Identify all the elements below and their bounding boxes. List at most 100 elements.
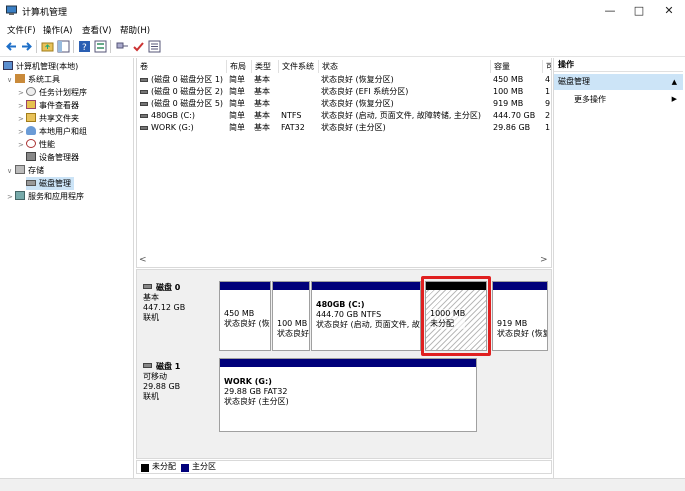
services-icon (15, 191, 25, 200)
table-cell: 4 (545, 75, 551, 84)
volume-icon (140, 90, 148, 94)
actions-pane: 操作 磁盘管理 ▲ 更多操作 ▶ (553, 58, 683, 478)
disk-type: 可移动 (143, 372, 167, 381)
table-row[interactable]: (磁盘 0 磁盘分区 1) 简单 基本 状态良好 (恢复分区) 450 MB 4 (137, 74, 551, 86)
menu-view[interactable]: 查看(V) (82, 24, 111, 36)
tree-item-root[interactable]: 计算机管理(本地) (3, 60, 78, 73)
tree-label: 计算机管理(本地) (16, 62, 79, 71)
more-actions-item[interactable]: 更多操作 ▶ (574, 93, 683, 106)
volume-table: 卷 布局 类型 文件系统 状态 容量 可 (磁盘 0 磁盘分区 1)简单基本状态… (136, 58, 552, 268)
minimize-button[interactable]: — (595, 0, 625, 22)
menu-bar: 文件(F) 操作(A) 查看(V) 帮助(H) (0, 22, 685, 37)
tree-item-shared-folders[interactable]: > 共享文件夹 (18, 112, 79, 125)
help-icon[interactable]: ? (78, 40, 91, 53)
partition-recovery-1[interactable]: 450 MB 状态良好 (恢 (219, 281, 271, 351)
tree-item-system-tools[interactable]: ∨ 系统工具 (7, 73, 60, 86)
chevron-right-icon[interactable]: > (7, 191, 15, 204)
primary-bar (220, 282, 270, 290)
column-header-filesystem[interactable]: 文件系统 (279, 60, 319, 73)
tree-item-performance[interactable]: > 性能 (18, 138, 55, 151)
disk-icon (143, 363, 152, 368)
menu-action[interactable]: 操作(A) (43, 24, 72, 36)
disk-status: 联机 (143, 313, 159, 322)
table-cell: 简单 (229, 123, 245, 132)
table-cell: 状态良好 (主分区) (321, 123, 386, 132)
table-row[interactable]: (磁盘 0 磁盘分区 5) 简单 基本 状态良好 (恢复分区) 919 MB 9 (137, 98, 551, 110)
forward-arrow-icon[interactable] (20, 40, 33, 53)
connect-icon[interactable] (116, 40, 129, 53)
partition-recovery-5[interactable]: 919 MB 状态良好 (恢复 (492, 281, 548, 351)
toolbar-separator (110, 40, 111, 53)
menu-help[interactable]: 帮助(H) (120, 24, 150, 36)
partition-c[interactable]: 480GB (C:) 444.70 GB NTFS 状态良好 (启动, 页面文件, … (311, 281, 421, 351)
table-cell: 简单 (229, 99, 245, 108)
disk-1-header[interactable]: 磁盘 1 可移动 29.88 GB 联机 (137, 358, 217, 432)
tree-item-local-users[interactable]: > 本地用户和组 (18, 125, 87, 138)
maximize-button[interactable]: □ (624, 0, 654, 22)
toolbar: ? (0, 37, 685, 57)
partition-efi[interactable]: 100 MB 状态良好 (272, 281, 310, 351)
title-bar: 计算机管理 — □ ✕ (0, 0, 685, 22)
table-cell: 444.70 GB (493, 111, 536, 120)
clock-icon (26, 87, 36, 96)
tree-label: 性能 (39, 140, 55, 149)
check-icon[interactable] (132, 40, 145, 53)
tree-item-device-manager[interactable]: 设备管理器 (26, 151, 79, 164)
storage-icon (15, 165, 25, 174)
window-title: 计算机管理 (22, 8, 68, 18)
scroll-right-icon[interactable]: > (540, 255, 548, 265)
show-hide-tree-icon[interactable] (57, 40, 70, 53)
shared-folder-icon (26, 113, 36, 122)
disk-map: 磁盘 0 基本 447.12 GB 联机 450 MB 状态良好 (恢 100 M… (136, 269, 552, 459)
column-header-status[interactable]: 状态 (319, 60, 491, 73)
legend-swatch-unallocated (141, 464, 149, 472)
minimize-icon: — (604, 4, 616, 17)
table-cell: 基本 (254, 75, 270, 84)
tree-item-storage[interactable]: ∨ 存储 (7, 164, 44, 177)
tree-item-task-scheduler[interactable]: > 任务计划程序 (18, 86, 87, 99)
partition-g[interactable]: WORK (G:) 29.88 GB FAT32 状态良好 (主分区) (219, 358, 477, 432)
chevron-right-icon[interactable]: > (18, 139, 26, 152)
highlight-box (421, 276, 491, 356)
properties-icon[interactable] (94, 40, 107, 53)
close-button[interactable]: ✕ (654, 0, 684, 22)
performance-icon (26, 139, 36, 148)
volume-icon (140, 126, 148, 130)
tree-label: 存储 (28, 166, 44, 175)
chevron-down-icon[interactable]: ∨ (7, 74, 15, 87)
list-view-icon[interactable] (148, 40, 161, 53)
computer-icon (3, 61, 13, 70)
primary-bar (493, 282, 547, 290)
horizontal-scrollbar[interactable]: < > (136, 254, 552, 267)
back-arrow-icon[interactable] (5, 40, 18, 53)
tree-label: 磁盘管理 (39, 179, 71, 188)
table-cell: NTFS (281, 111, 302, 120)
tree-item-disk-management[interactable]: 磁盘管理 (26, 177, 74, 190)
menu-file[interactable]: 文件(F) (7, 24, 36, 36)
table-cell: FAT32 (281, 123, 305, 132)
scroll-left-icon[interactable]: < (139, 255, 147, 265)
tree-item-services-apps[interactable]: > 服务和应用程序 (7, 190, 84, 203)
column-header-type[interactable]: 类型 (252, 60, 279, 73)
chevron-down-icon[interactable]: ∨ (7, 165, 15, 178)
column-header-free[interactable]: 可 (543, 60, 551, 73)
table-cell: 919 MB (493, 99, 524, 108)
tree-item-event-viewer[interactable]: > 事件查看器 (18, 99, 79, 112)
column-header-volume[interactable]: 卷 (137, 60, 227, 73)
up-folder-icon[interactable] (41, 40, 54, 53)
table-cell: 基本 (254, 123, 270, 132)
table-cell: 2 (545, 111, 551, 120)
table-cell: 状态良好 (恢复分区) (321, 99, 394, 108)
table-cell: 1 (545, 123, 551, 132)
column-header-capacity[interactable]: 容量 (491, 60, 543, 73)
table-row[interactable]: 480GB (C:) 简单 基本 NTFS 状态良好 (启动, 页面文件, 故障转储, … (137, 110, 551, 122)
volume-icon (140, 114, 148, 118)
actions-section-disk-management[interactable]: 磁盘管理 ▲ (554, 74, 683, 90)
disk-status: 联机 (143, 392, 159, 401)
disk-0-header[interactable]: 磁盘 0 基本 447.12 GB 联机 (137, 279, 217, 353)
event-log-icon (26, 100, 36, 109)
table-row[interactable]: WORK (G:) 简单 基本 FAT32 状态良好 (主分区) 29.86 GB 1 (137, 122, 551, 134)
collapse-up-icon[interactable]: ▲ (672, 74, 677, 90)
table-row[interactable]: (磁盘 0 磁盘分区 2) 简单 基本 状态良好 (EFI 系统分区) 100 MB 1 (137, 86, 551, 98)
column-header-layout[interactable]: 布局 (227, 60, 252, 73)
